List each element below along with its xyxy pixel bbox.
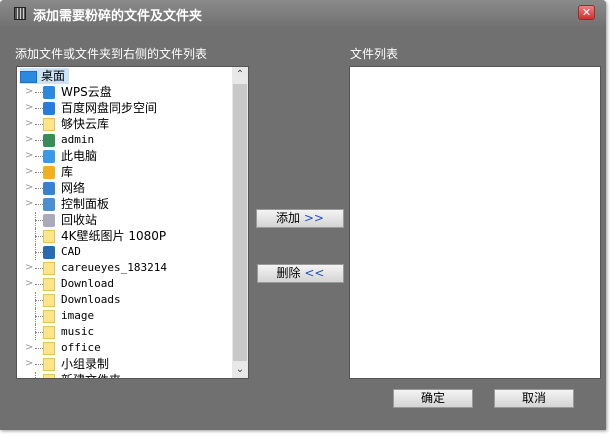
tree-line <box>35 252 43 253</box>
tree-line <box>35 156 43 157</box>
add-arrow: >> <box>303 211 324 225</box>
left-label: 添加文件或文件夹到右侧的文件列表 <box>15 47 208 61</box>
tree-item-label: 此电脑 <box>61 149 98 163</box>
scroll-thumb[interactable] <box>233 84 247 361</box>
tree-item-label: 小组录制 <box>61 357 110 371</box>
file-list[interactable] <box>349 66 601 379</box>
folder-icon <box>43 374 55 378</box>
control-panel-icon <box>43 198 55 211</box>
right-label: 文件列表 <box>350 47 399 61</box>
user-icon <box>43 134 55 147</box>
tree-line <box>35 348 43 349</box>
tree-item-label: careueyes_183214 <box>61 261 167 274</box>
folder-icon <box>43 342 55 355</box>
expand-chevron-icon[interactable]: > <box>25 148 33 164</box>
expand-chevron-icon[interactable]: > <box>25 276 33 292</box>
expand-chevron-icon[interactable]: > <box>25 132 33 148</box>
window-title: 添加需要粉碎的文件及文件夹 <box>33 9 203 24</box>
shield-icon <box>43 246 55 259</box>
recycle-bin-icon <box>43 214 55 227</box>
remove-label: 删除 <box>276 266 301 280</box>
remove-button[interactable]: 删除 << <box>257 264 344 283</box>
tree-item-label: admin <box>61 133 95 146</box>
expand-chevron-icon[interactable]: > <box>25 260 33 276</box>
tree-item-label: Downloads <box>61 293 121 306</box>
folder-icon <box>43 294 55 307</box>
computer-icon <box>43 150 55 163</box>
tree-item-label: 库 <box>61 165 74 179</box>
tree-line <box>35 220 43 221</box>
expand-chevron-icon[interactable]: > <box>25 116 33 132</box>
shredder-icon <box>14 7 26 20</box>
tree-item-label: 回收站 <box>61 213 98 227</box>
tree-root-desktop[interactable]: 桌面 <box>20 68 70 84</box>
tree-item-label: Download <box>61 277 114 290</box>
tree-item-label: 百度网盘同步空间 <box>61 101 158 115</box>
tree-item-label: 控制面板 <box>61 197 110 211</box>
tree-item-label: 网络 <box>61 181 86 195</box>
baidu-netdisk-icon <box>43 102 55 115</box>
tree-item-label: 新建文件夹 <box>61 372 121 378</box>
expand-chevron-icon[interactable]: > <box>25 356 33 372</box>
tree-line <box>35 188 43 189</box>
expand-chevron-icon[interactable]: > <box>25 164 33 180</box>
folder-icon <box>43 230 55 243</box>
expand-chevron-icon[interactable]: > <box>25 84 33 100</box>
cloud-icon <box>43 86 55 99</box>
dialog-window: 添加需要粉碎的文件及文件夹 ✕ 添加文件或文件夹到右侧的文件列表 文件列表 桌面… <box>0 0 606 430</box>
scroll-up-icon[interactable]: ⌃ <box>232 67 248 83</box>
tree-item-label: 够快云库 <box>61 117 110 131</box>
folder-icon <box>43 326 55 339</box>
close-button[interactable]: ✕ <box>578 5 595 20</box>
add-button[interactable]: 添加 >> <box>256 209 344 228</box>
tree-item-label: CAD <box>61 245 81 258</box>
remove-arrow: << <box>304 266 325 280</box>
tree-line <box>35 316 43 317</box>
desktop-icon <box>20 70 37 83</box>
ok-button[interactable]: 确定 <box>393 389 473 408</box>
tree-line <box>35 284 43 285</box>
folder-icon <box>43 310 55 323</box>
cancel-button[interactable]: 取消 <box>494 389 574 408</box>
tree-line <box>35 172 43 173</box>
tree-line <box>35 140 43 141</box>
tree-line <box>35 108 43 109</box>
add-label: 添加 <box>276 211 301 225</box>
tree-item-label: 4K壁纸图片 1080P <box>61 229 167 243</box>
folder-icon <box>43 358 55 371</box>
tree-item-label: music <box>61 325 95 338</box>
title-bar: 添加需要粉碎的文件及文件夹 ✕ <box>0 0 606 26</box>
folder-tree[interactable]: 桌面 > WPS云盘 > 百度网盘同步空间 > 够快云库 > admin > 此电脑 > 库 > 网络 > 控… <box>16 66 249 379</box>
tree-line <box>35 364 43 365</box>
tree-line <box>35 204 43 205</box>
tree-scrollbar[interactable]: ⌃ ⌄ <box>232 67 248 378</box>
tree-line <box>35 372 36 378</box>
expand-chevron-icon[interactable]: > <box>25 180 33 196</box>
folder-icon <box>43 262 55 275</box>
network-icon <box>43 182 55 195</box>
expand-chevron-icon[interactable]: > <box>25 340 33 356</box>
folder-icon <box>43 118 55 131</box>
tree-root-label: 桌面 <box>41 69 66 83</box>
tree-item-label: office <box>61 341 101 354</box>
tree-item-label: image <box>61 309 95 322</box>
expand-chevron-icon[interactable]: > <box>25 196 33 212</box>
tree-line <box>35 268 43 269</box>
expand-chevron-icon[interactable]: > <box>25 100 33 116</box>
tree-item-label: WPS云盘 <box>61 85 112 99</box>
scroll-down-icon[interactable]: ⌄ <box>232 362 248 378</box>
tree-line <box>35 92 43 93</box>
tree-line <box>35 236 43 237</box>
library-icon <box>43 166 55 179</box>
folder-icon <box>43 278 55 291</box>
tree-line <box>35 124 43 125</box>
tree-line <box>35 300 43 301</box>
tree-line <box>35 332 43 333</box>
